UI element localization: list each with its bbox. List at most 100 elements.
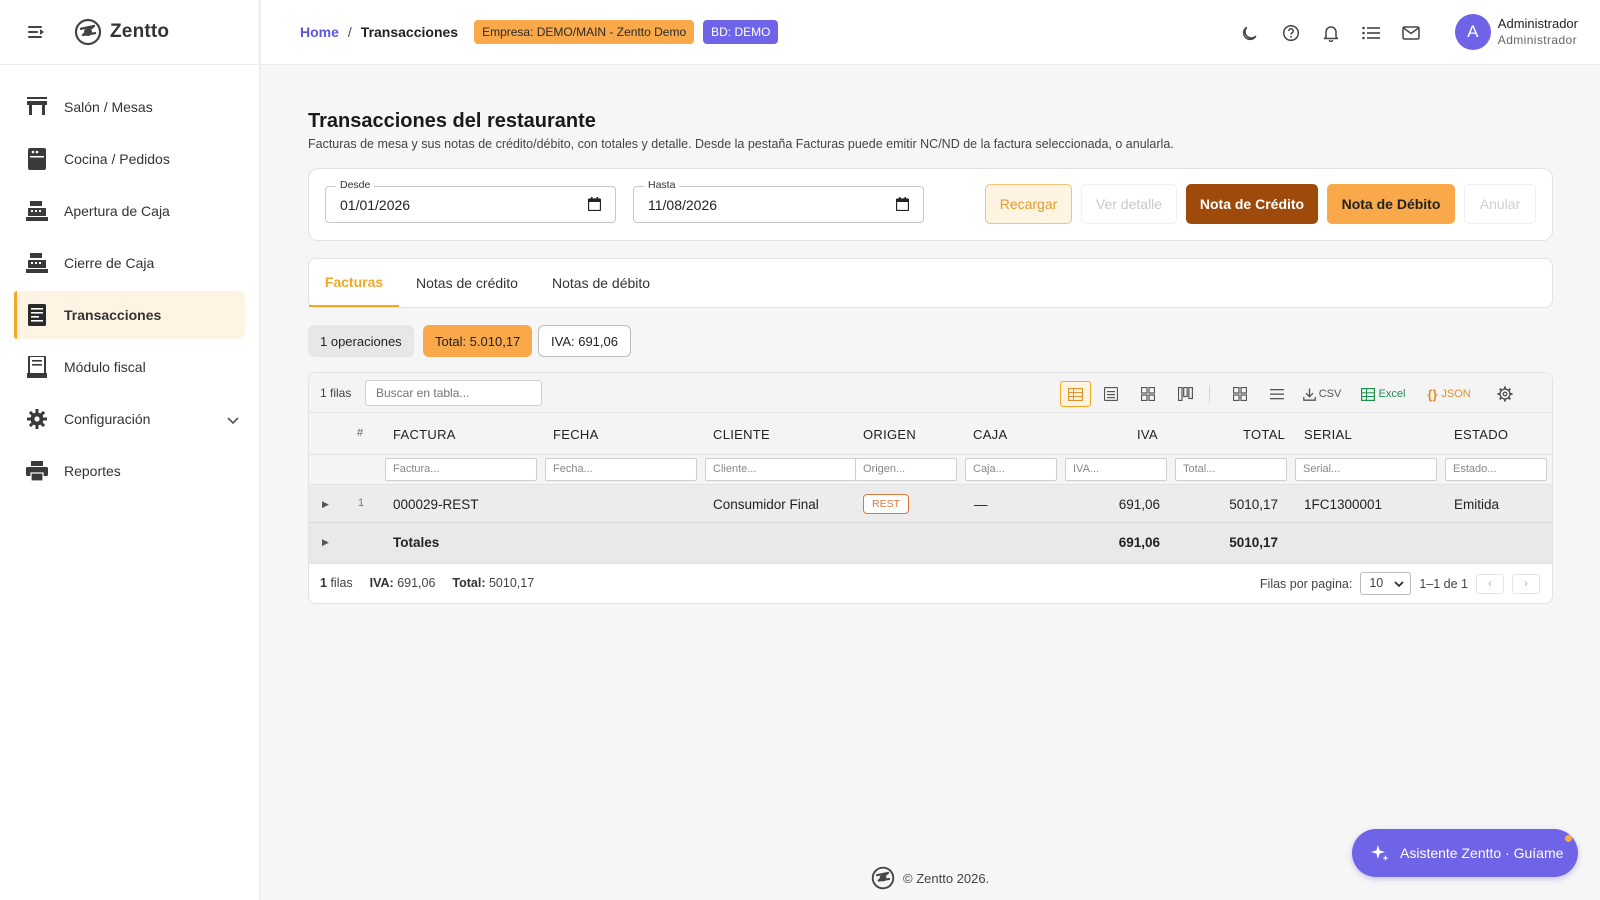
cell-serial: 1FC1300001 — [1304, 497, 1383, 512]
breadcrumb-home[interactable]: Home — [300, 24, 339, 40]
footer-rows-number: 1 — [320, 576, 327, 590]
column-header-number: # — [357, 427, 364, 439]
app-logo[interactable]: Zentto — [74, 18, 169, 46]
export-csv-button[interactable]: CSV — [1300, 381, 1344, 407]
menu-toggle-icon[interactable] — [28, 25, 46, 39]
column-header-factura[interactable]: FACTURA — [393, 427, 456, 442]
credit-note-button[interactable]: Nota de Crédito — [1186, 184, 1318, 224]
prev-page-button[interactable]: ‹ — [1476, 573, 1504, 594]
user-menu[interactable]: A Administrador Administrador — [1454, 14, 1578, 50]
sidebar-item-apertura-caja[interactable]: Apertura de Caja — [14, 187, 245, 235]
sidebar-item-modulo-fiscal[interactable]: Módulo fiscal — [14, 343, 245, 391]
filter-serial-input[interactable]: Serial... — [1295, 458, 1437, 481]
cash-register-icon — [26, 252, 48, 274]
list-icon[interactable] — [1360, 22, 1382, 44]
sidebar-item-cierre-caja[interactable]: Cierre de Caja — [14, 239, 245, 287]
filter-cliente-input[interactable]: Cliente... — [705, 458, 857, 481]
filter-total-input[interactable]: Total... — [1175, 458, 1287, 481]
breadcrumb: Home / Transacciones — [300, 24, 458, 40]
calendar-icon[interactable] — [895, 197, 910, 214]
filter-fecha-input[interactable]: Fecha... — [545, 458, 697, 481]
column-header-origen[interactable]: ORIGEN — [863, 427, 916, 442]
grid-row-count: 1 filas — [320, 386, 352, 400]
tabs-bar: Facturas Notas de crédito Notas de débit… — [308, 258, 1553, 308]
export-excel-button[interactable]: Excel — [1359, 381, 1407, 407]
column-header-cliente[interactable]: CLIENTE — [713, 427, 770, 442]
column-header-fecha[interactable]: FECHA — [553, 427, 599, 442]
rows-per-page-select[interactable]: 10 — [1360, 572, 1412, 595]
zentto-logo-icon — [871, 866, 895, 890]
fiscal-printer-icon — [26, 356, 48, 378]
copyright-text: © Zentto 2026. — [903, 870, 990, 886]
sidebar-item-reportes[interactable]: Reportes — [14, 447, 245, 495]
sidebar-item-salon-mesas[interactable]: Salón / Mesas — [14, 83, 245, 131]
iva-chip: IVA: 691,06 — [538, 325, 631, 357]
sidebar-header: Zentto — [0, 0, 259, 65]
kanban-view-icon[interactable] — [1172, 381, 1198, 407]
footer-iva-label: IVA: — [369, 576, 394, 590]
expand-row-icon[interactable]: ▶ — [322, 499, 329, 510]
sidebar-item-transacciones[interactable]: Transacciones — [14, 291, 245, 339]
next-page-button[interactable]: › — [1512, 573, 1540, 594]
column-header-estado[interactable]: ESTADO — [1454, 427, 1508, 442]
sidebar-item-label: Configuración — [64, 411, 151, 427]
sidebar-nav: Salón / Mesas Cocina / Pedidos Apertura … — [0, 65, 259, 495]
kitchen-icon — [26, 148, 48, 170]
totals-label: Totales — [393, 535, 440, 550]
page-title: Transacciones del restaurante — [308, 110, 596, 132]
user-role: Administrador — [1497, 33, 1578, 47]
grid-view-icon[interactable] — [1135, 381, 1161, 407]
totals-row: ▶ Totales 691,06 5010,17 — [309, 523, 1552, 564]
date-from-field[interactable]: Desde 01/01/2026 — [325, 179, 616, 223]
database-badge: BD: DEMO — [703, 20, 779, 44]
filter-caja-input[interactable]: Caja... — [965, 458, 1057, 481]
sidebar-item-cocina-pedidos[interactable]: Cocina / Pedidos — [14, 135, 245, 183]
breadcrumb-current: Transacciones — [360, 24, 459, 40]
column-header-serial[interactable]: SERIAL — [1304, 427, 1352, 442]
braces-icon: {} — [1427, 386, 1438, 402]
user-name: Administrador — [1497, 16, 1578, 31]
grid-search-input[interactable] — [365, 380, 542, 406]
printer-icon — [26, 460, 48, 482]
bell-icon[interactable] — [1320, 22, 1342, 44]
row-number: 1 — [358, 497, 365, 509]
top-bar: Home / Transacciones Empresa: DEMO/MAIN … — [261, 0, 1600, 65]
cancel-invoice-button[interactable]: Anular — [1464, 184, 1536, 224]
tab-notas-credito[interactable]: Notas de crédito — [416, 259, 518, 307]
rows-view-icon[interactable] — [1098, 381, 1124, 407]
cell-cliente: Consumidor Final — [713, 497, 819, 512]
toolbar-divider — [1209, 385, 1210, 403]
tab-notas-debito[interactable]: Notas de débito — [552, 259, 650, 307]
table-view-icon[interactable] — [1060, 381, 1091, 407]
view-detail-button[interactable]: Ver detalle — [1081, 184, 1177, 224]
tab-facturas[interactable]: Facturas — [309, 259, 399, 307]
export-json-button[interactable]: {} JSON — [1426, 381, 1472, 407]
table-row[interactable]: ▶ 1 000029-REST Consumidor Final REST — … — [309, 485, 1552, 523]
total-chip: Total: 5.010,17 — [423, 325, 533, 357]
totals-total: 5010,17 — [1229, 535, 1278, 550]
filter-origen-input[interactable]: Origen... — [855, 458, 957, 481]
dark-mode-moon-icon[interactable] — [1240, 22, 1262, 44]
sidebar: Zentto Salón / Mesas Cocina / Pedidos Ap… — [0, 0, 260, 900]
grid-toolbar: 1 filas CSV — [309, 373, 1552, 413]
reload-button[interactable]: Recargar — [985, 184, 1072, 224]
help-icon[interactable] — [1280, 22, 1302, 44]
expand-totals-icon[interactable]: ▶ — [322, 537, 329, 548]
filter-iva-input[interactable]: IVA... — [1065, 458, 1167, 481]
density-icon[interactable] — [1264, 381, 1290, 407]
date-to-field[interactable]: Hasta 11/08/2026 — [633, 179, 924, 223]
filter-factura-input[interactable]: Factura... — [385, 458, 537, 481]
avatar: A — [1454, 14, 1491, 50]
assistant-button[interactable]: Asistente Zentto · Guíame — [1352, 829, 1578, 877]
group-icon[interactable] — [1227, 381, 1253, 407]
filter-estado-input[interactable]: Estado... — [1445, 458, 1547, 481]
mail-icon[interactable] — [1400, 22, 1422, 44]
grid-settings-gear-icon[interactable] — [1492, 381, 1518, 407]
debit-note-button[interactable]: Nota de Débito — [1327, 184, 1455, 224]
calendar-icon[interactable] — [587, 197, 602, 214]
column-header-total[interactable]: TOTAL — [1243, 427, 1285, 442]
column-header-iva[interactable]: IVA — [1137, 427, 1158, 442]
sidebar-item-configuracion[interactable]: Configuración — [14, 395, 245, 443]
column-header-caja[interactable]: CAJA — [973, 427, 1007, 442]
main-content: Transacciones del restaurante Facturas d… — [308, 110, 1553, 604]
